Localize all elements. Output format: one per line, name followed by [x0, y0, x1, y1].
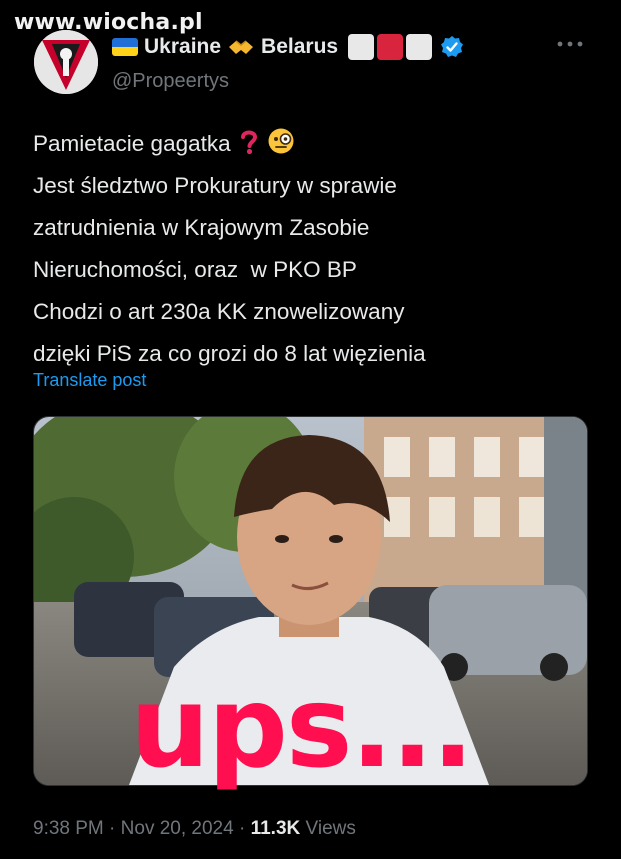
views-label: Views: [305, 818, 356, 839]
display-name-part2: Belarus: [261, 35, 339, 58]
translate-post-link[interactable]: Translate post: [33, 370, 146, 391]
separator: ·: [238, 818, 246, 839]
post-metadata: 9:38 PM · Nov 20, 2024 · 11.3K Views: [33, 818, 356, 840]
avatar[interactable]: [34, 30, 98, 94]
views-count: 11.3K: [250, 818, 301, 839]
avatar-image: [34, 30, 98, 94]
post-line: Chodzi o art 230a KK znowelizowany: [33, 299, 405, 324]
display-name-part1: Ukraine: [144, 35, 222, 58]
white-red-white-flag-icon: [348, 34, 433, 60]
user-handle[interactable]: @Propeertys: [112, 70, 464, 93]
post-text: Pamietacie gagatka Jest śledztwo Prokura…: [33, 123, 593, 375]
red-question-mark-icon: [240, 130, 257, 155]
post-header: Ukraine Belarus @Propeertys: [112, 34, 464, 93]
more-options-icon[interactable]: [555, 38, 585, 50]
post-line: Nieruchomości, oraz w PKO BP: [33, 257, 357, 282]
face-with-monocle-icon: [268, 128, 294, 154]
separator: ·: [109, 818, 116, 839]
post-time[interactable]: 9:38 PM: [33, 818, 104, 839]
watermark: www.wiocha.pl: [14, 10, 203, 35]
verified-badge-icon[interactable]: [440, 35, 464, 59]
display-name[interactable]: Ukraine Belarus: [112, 34, 464, 60]
post-line-text: Pamietacie gagatka: [33, 131, 231, 156]
post-line: zatrudnienia w Krajowym Zasobie: [33, 215, 370, 240]
post-line: dzięki PiS za co grozi do 8 lat więzieni…: [33, 341, 426, 366]
post-line: Pamietacie gagatka: [33, 123, 593, 165]
meme-caption: ups...: [130, 663, 474, 793]
post-line: Jest śledztwo Prokuratury w sprawie: [33, 173, 397, 198]
ukraine-flag-icon: [112, 38, 138, 56]
handshake-icon: [229, 40, 254, 54]
post-date[interactable]: Nov 20, 2024: [121, 818, 234, 839]
